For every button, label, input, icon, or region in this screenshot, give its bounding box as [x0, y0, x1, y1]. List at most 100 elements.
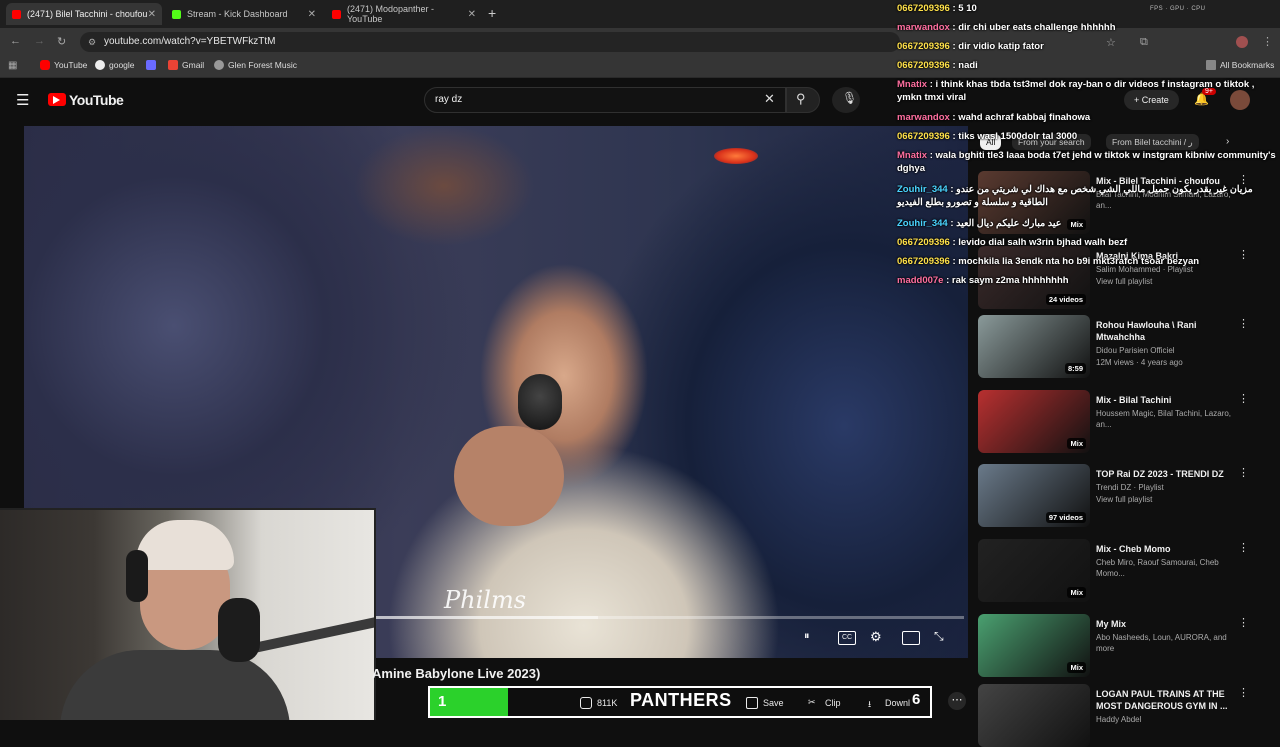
recommendation-channel[interactable]: Houssem Magic, Bilal Tachini, Lazaro, an… [1096, 408, 1246, 430]
url-field[interactable]: youtube.com/watch?v=YBETWFkzTtM [80, 32, 900, 52]
recommendation-thumbnail[interactable]: Mix [978, 390, 1090, 453]
scissors-icon: ✂ [808, 697, 816, 707]
bookmark-glen-forest[interactable]: Glen Forest Music [214, 60, 297, 70]
bookmark-c[interactable] [146, 60, 160, 70]
bookmark-gmail[interactable]: Gmail [168, 60, 204, 70]
video-progress-fill [374, 616, 599, 619]
clip-button[interactable]: ✂ Clip [808, 697, 841, 709]
bookmark-label: Gmail [182, 60, 205, 70]
chat-text: : i think khas tbda tst3mel dok ray-ban … [897, 79, 1255, 103]
panthers-score-right: 6 [912, 691, 921, 708]
close-tab-icon[interactable]: ✕ [308, 9, 316, 20]
thumbs-up-icon [580, 697, 592, 709]
recommendation-title[interactable]: Mix - Bilal Tachini [1096, 394, 1228, 406]
close-tab-icon[interactable]: ✕ [468, 9, 476, 20]
chat-username: madd007e [897, 275, 944, 286]
save-button[interactable]: Save [746, 697, 784, 709]
close-tab-icon[interactable]: ✕ [148, 9, 156, 20]
thumbnail-badge: 24 videos [1045, 294, 1086, 305]
clear-search-icon[interactable]: ✕ [764, 91, 775, 107]
streamer-webcam [0, 508, 376, 720]
recommendation-title[interactable]: TOP Rai DZ 2023 - TRENDI DZ [1096, 468, 1228, 480]
youtube-icon [40, 60, 50, 70]
youtube-logo-text[interactable]: YouTube [69, 92, 124, 108]
chat-text: : مزيان غير يقدر يكون جميل ماللي الشي شخ… [897, 184, 1253, 208]
tab-label: (2471) Bilel Tacchini - choufou [27, 9, 148, 19]
download-button[interactable]: ⭳ Downl [868, 697, 910, 709]
chat-username: 0667209396 [897, 41, 950, 52]
chat-message: Zouhir_344 : عيد مبارك عليكم ديال العيد [897, 217, 1277, 230]
bookmark-google[interactable]: google [95, 60, 135, 70]
recommendation-title[interactable]: Rohou Hawlouha \ Rani Mtwahchha [1096, 319, 1228, 343]
recommendation-title[interactable]: Mix - Cheb Momo [1096, 543, 1228, 555]
chat-text: : wala bghiti tle3 laaa boda t7et jehd w… [897, 150, 1276, 174]
thumbnail-badge: 8:59 [1064, 363, 1086, 374]
captions-icon[interactable]: CC [838, 631, 856, 645]
bookmark-label: Glen Forest Music [228, 60, 297, 70]
chat-username: Zouhir_344 [897, 218, 948, 229]
new-tab-icon[interactable]: + [488, 5, 496, 21]
thumbnail-badge: Mix [1067, 438, 1086, 449]
chat-text: : nadi [949, 60, 978, 71]
more-options-icon[interactable]: ⋮ [1238, 616, 1249, 629]
recommendation-channel[interactable]: Trendi DZ · Playlist [1096, 482, 1246, 493]
chat-message: 0667209396 : mochkila lia 3endk nta ho b… [897, 255, 1277, 268]
singer-microphone [518, 374, 562, 430]
recommendation-thumbnail[interactable]: Mix [978, 539, 1090, 602]
chat-message: Zouhir_344 : مزيان غير يقدر يكون جميل ما… [897, 183, 1277, 209]
more-options-icon[interactable]: ⋮ [1238, 317, 1249, 330]
chat-message: marwandox : wahd achraf kabbaj finahowa [897, 111, 1277, 124]
tab-modopanther[interactable]: (2471) Modopanther - YouTube ✕ [326, 3, 482, 25]
forward-icon[interactable]: → [34, 35, 45, 47]
hamburger-menu-icon[interactable]: ☰ [16, 91, 29, 109]
kick-favicon-icon [172, 9, 181, 19]
clip-label: Clip [825, 698, 841, 708]
theater-mode-icon[interactable] [902, 631, 920, 645]
back-icon[interactable]: ← [10, 35, 21, 47]
recommendation-thumbnail[interactable]: Mix [978, 614, 1090, 677]
chat-text: : mochkila lia 3endk nta ho b9i mkt3rafc… [949, 256, 1200, 267]
c-icon [146, 60, 156, 70]
gmail-icon [168, 60, 178, 70]
more-options-icon[interactable]: ⋮ [1238, 541, 1249, 554]
apps-grid-icon[interactable]: ▦ [8, 60, 17, 71]
bookmark-icon [746, 697, 758, 709]
bookmark-youtube[interactable]: YouTube [40, 60, 87, 70]
more-options-icon[interactable]: ⋮ [1238, 686, 1249, 699]
tab-bilel-tacchini[interactable]: (2471) Bilel Tacchini - choufou ✕ [6, 3, 162, 25]
recommendation-title[interactable]: My Mix [1096, 618, 1228, 630]
recommendation-channel[interactable]: Didou Parisien Officiel [1096, 345, 1246, 356]
stream-stats-strip: FPS · GPU · CPU [1150, 6, 1206, 12]
search-input[interactable]: ray dz [424, 87, 786, 113]
recommendation-thumbnail[interactable]: 8:59 [978, 315, 1090, 378]
recommendation-channel[interactable]: Cheb Miro, Raouf Samourai, Cheb Momo... [1096, 557, 1246, 579]
settings-gear-icon[interactable]: ⚙ [870, 629, 888, 644]
fullscreen-icon[interactable]: ⤡ [934, 629, 952, 643]
reload-icon[interactable]: ↻ [57, 35, 66, 48]
chat-text: : 5 10 [949, 3, 977, 14]
site-info-icon[interactable]: ⚙ [88, 37, 96, 48]
recommendation-thumbnail[interactable] [978, 684, 1090, 747]
like-button[interactable]: 811K [580, 697, 617, 709]
download-label: Downl [885, 698, 911, 708]
video-progress-bar[interactable] [374, 616, 964, 619]
tab-kick-dashboard[interactable]: Stream - Kick Dashboard ✕ [166, 3, 322, 25]
chat-text: : dir vidio katip fator [949, 41, 1044, 52]
thumbnail-badge: Mix [1067, 662, 1086, 673]
recommendation-title[interactable]: LOGAN PAUL TRAINS AT THE MOST DANGEROUS … [1096, 688, 1228, 712]
pause-icon[interactable]: ⏸ [804, 630, 822, 644]
recommendation-channel[interactable]: Abo Nasheeds, Loun, AURORA, and more [1096, 632, 1246, 654]
more-options-icon[interactable]: ⋮ [1238, 392, 1249, 405]
microphone-icon: 🎙 [842, 91, 858, 105]
more-actions-icon[interactable]: ⋯ [948, 692, 966, 710]
mic-boom-arm [250, 616, 374, 654]
recommendation-thumbnail[interactable]: 97 videos [978, 464, 1090, 527]
more-options-icon[interactable]: ⋮ [1238, 466, 1249, 479]
panthers-score-left: 1 [430, 688, 508, 716]
youtube-favicon-icon [12, 9, 21, 19]
chat-username: 0667209396 [897, 131, 950, 142]
streamer-beanie [136, 520, 234, 570]
chat-message: marwandox : dir chi uber eats challenge … [897, 21, 1277, 34]
recommendation-meta: 12M views · 4 years ago [1096, 358, 1183, 367]
tab-label: Stream - Kick Dashboard [187, 9, 288, 19]
